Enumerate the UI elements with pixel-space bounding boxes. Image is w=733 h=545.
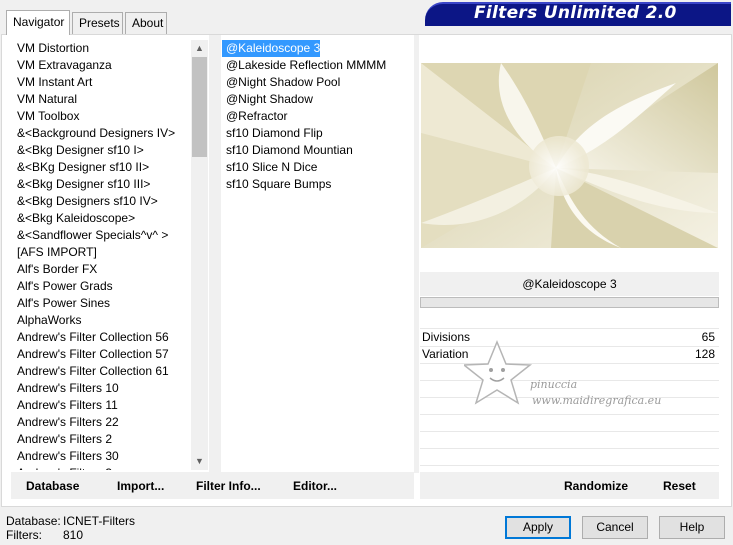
help-button[interactable]: Help xyxy=(659,516,725,539)
filter-item[interactable]: @Refractor xyxy=(222,108,288,125)
filter-row: @Refractor xyxy=(222,108,412,125)
category-item[interactable]: AlphaWorks xyxy=(14,312,190,329)
category-item[interactable]: VM Instant Art xyxy=(14,74,190,91)
kaleidoscope-preview-image xyxy=(421,63,718,248)
filter-row: @Night Shadow Pool xyxy=(222,74,412,91)
status-database-label: Database: xyxy=(6,514,61,528)
apply-button[interactable]: Apply xyxy=(505,516,571,539)
category-item[interactable]: Alf's Power Grads xyxy=(14,278,190,295)
progress-bar xyxy=(420,297,719,308)
status-filters-value: 810 xyxy=(63,528,84,542)
filter-info-button[interactable]: Filter Info... xyxy=(196,479,261,493)
param-divider xyxy=(420,414,719,415)
param-divider xyxy=(420,448,719,449)
randomize-button[interactable]: Randomize xyxy=(564,479,628,493)
category-item[interactable]: &<Background Designers IV> xyxy=(14,125,190,142)
category-item[interactable]: Andrew's Filters 22 xyxy=(14,414,190,431)
param-value: 128 xyxy=(694,347,715,361)
category-item[interactable]: Alf's Border FX xyxy=(14,261,190,278)
filter-item[interactable]: sf10 Square Bumps xyxy=(222,176,331,193)
category-item[interactable]: Andrew's Filters 3 xyxy=(14,465,190,470)
filter-name-label: @Kaleidoscope 3 xyxy=(420,272,719,296)
param-divider xyxy=(420,431,719,432)
reset-button[interactable]: Reset xyxy=(663,479,696,493)
scroll-down-icon[interactable]: ▼ xyxy=(191,453,208,470)
category-item[interactable]: Andrew's Filters 2 xyxy=(14,431,190,448)
category-item[interactable]: VM Extravaganza xyxy=(14,57,190,74)
filter-item[interactable]: @Lakeside Reflection MMMM xyxy=(222,57,386,74)
filter-row: sf10 Square Bumps xyxy=(222,176,412,193)
filter-item[interactable]: @Night Shadow Pool xyxy=(222,74,340,91)
param-divider xyxy=(420,465,719,466)
category-item[interactable]: VM Distortion xyxy=(14,40,190,57)
category-item[interactable]: VM Natural xyxy=(14,91,190,108)
banner-title: Filters Unlimited 2.0 xyxy=(474,3,677,23)
category-item[interactable]: &<BKg Designer sf10 II> xyxy=(14,159,190,176)
category-scrollbar[interactable]: ▲ ▼ xyxy=(191,40,208,470)
filter-item[interactable]: @Night Shadow xyxy=(222,91,313,108)
filter-row: sf10 Diamond Mountian xyxy=(222,142,412,159)
watermark-url: www.maidiregrafica.eu xyxy=(532,394,662,407)
category-item[interactable]: [AFS IMPORT] xyxy=(14,244,190,261)
category-item[interactable]: Andrew's Filter Collection 57 xyxy=(14,346,190,363)
category-item[interactable]: Andrew's Filters 11 xyxy=(14,397,190,414)
filter-row: @Lakeside Reflection MMMM xyxy=(222,57,412,74)
cancel-button[interactable]: Cancel xyxy=(582,516,648,539)
category-item[interactable]: VM Toolbox xyxy=(14,108,190,125)
tab-presets[interactable]: Presets xyxy=(72,12,123,34)
filter-row: sf10 Slice N Dice xyxy=(222,159,412,176)
category-item[interactable]: &<Bkg Designer sf10 III> xyxy=(14,176,190,193)
import-button[interactable]: Import... xyxy=(117,479,164,493)
category-item[interactable]: &<Bkg Designer sf10 I> xyxy=(14,142,190,159)
database-button[interactable]: Database xyxy=(26,479,79,493)
filter-item[interactable]: sf10 Diamond Mountian xyxy=(222,142,353,159)
filter-preview xyxy=(421,63,718,248)
category-item[interactable]: &<Bkg Designers sf10 IV> xyxy=(14,193,190,210)
filter-item[interactable]: @Kaleidoscope 3 xyxy=(222,40,321,57)
tab-about[interactable]: About xyxy=(125,12,167,34)
param-label: Variation xyxy=(422,347,469,361)
filter-row: sf10 Diamond Flip xyxy=(222,125,412,142)
scroll-thumb[interactable] xyxy=(192,57,207,157)
filter-item[interactable]: sf10 Diamond Flip xyxy=(222,125,323,142)
column-separator xyxy=(209,35,221,473)
watermark-name: pinuccia xyxy=(530,378,578,391)
category-item[interactable]: &<Bkg Kaleidoscope> xyxy=(14,210,190,227)
column-separator xyxy=(414,35,419,473)
star-watermark-icon xyxy=(464,340,533,405)
category-item[interactable]: Andrew's Filter Collection 61 xyxy=(14,363,190,380)
filter-row: @Kaleidoscope 3 xyxy=(222,40,412,57)
category-list[interactable]: VM Distortion VM Extravaganza VM Instant A… xyxy=(14,40,190,470)
status-filters-label: Filters: xyxy=(6,528,42,542)
filter-list[interactable]: @Kaleidoscope 3 @Lakeside Reflection MMMM… xyxy=(222,40,412,470)
filter-row: @Night Shadow xyxy=(222,91,412,108)
scroll-up-icon[interactable]: ▲ xyxy=(191,40,208,57)
category-item[interactable]: Andrew's Filter Collection 56 xyxy=(14,329,190,346)
tab-navigator[interactable]: Navigator xyxy=(6,10,70,35)
filter-item[interactable]: sf10 Slice N Dice xyxy=(222,159,317,176)
category-item[interactable]: Andrew's Filters 10 xyxy=(14,380,190,397)
category-item[interactable]: &<Sandflower Specials^v^ > xyxy=(14,227,190,244)
status-database-value: ICNET-Filters xyxy=(63,514,135,528)
category-item[interactable]: Alf's Power Sines xyxy=(14,295,190,312)
param-label: Divisions xyxy=(422,330,471,344)
category-item[interactable]: Andrew's Filters 30 xyxy=(14,448,190,465)
editor-button[interactable]: Editor... xyxy=(293,479,337,493)
param-value: 65 xyxy=(701,330,715,344)
